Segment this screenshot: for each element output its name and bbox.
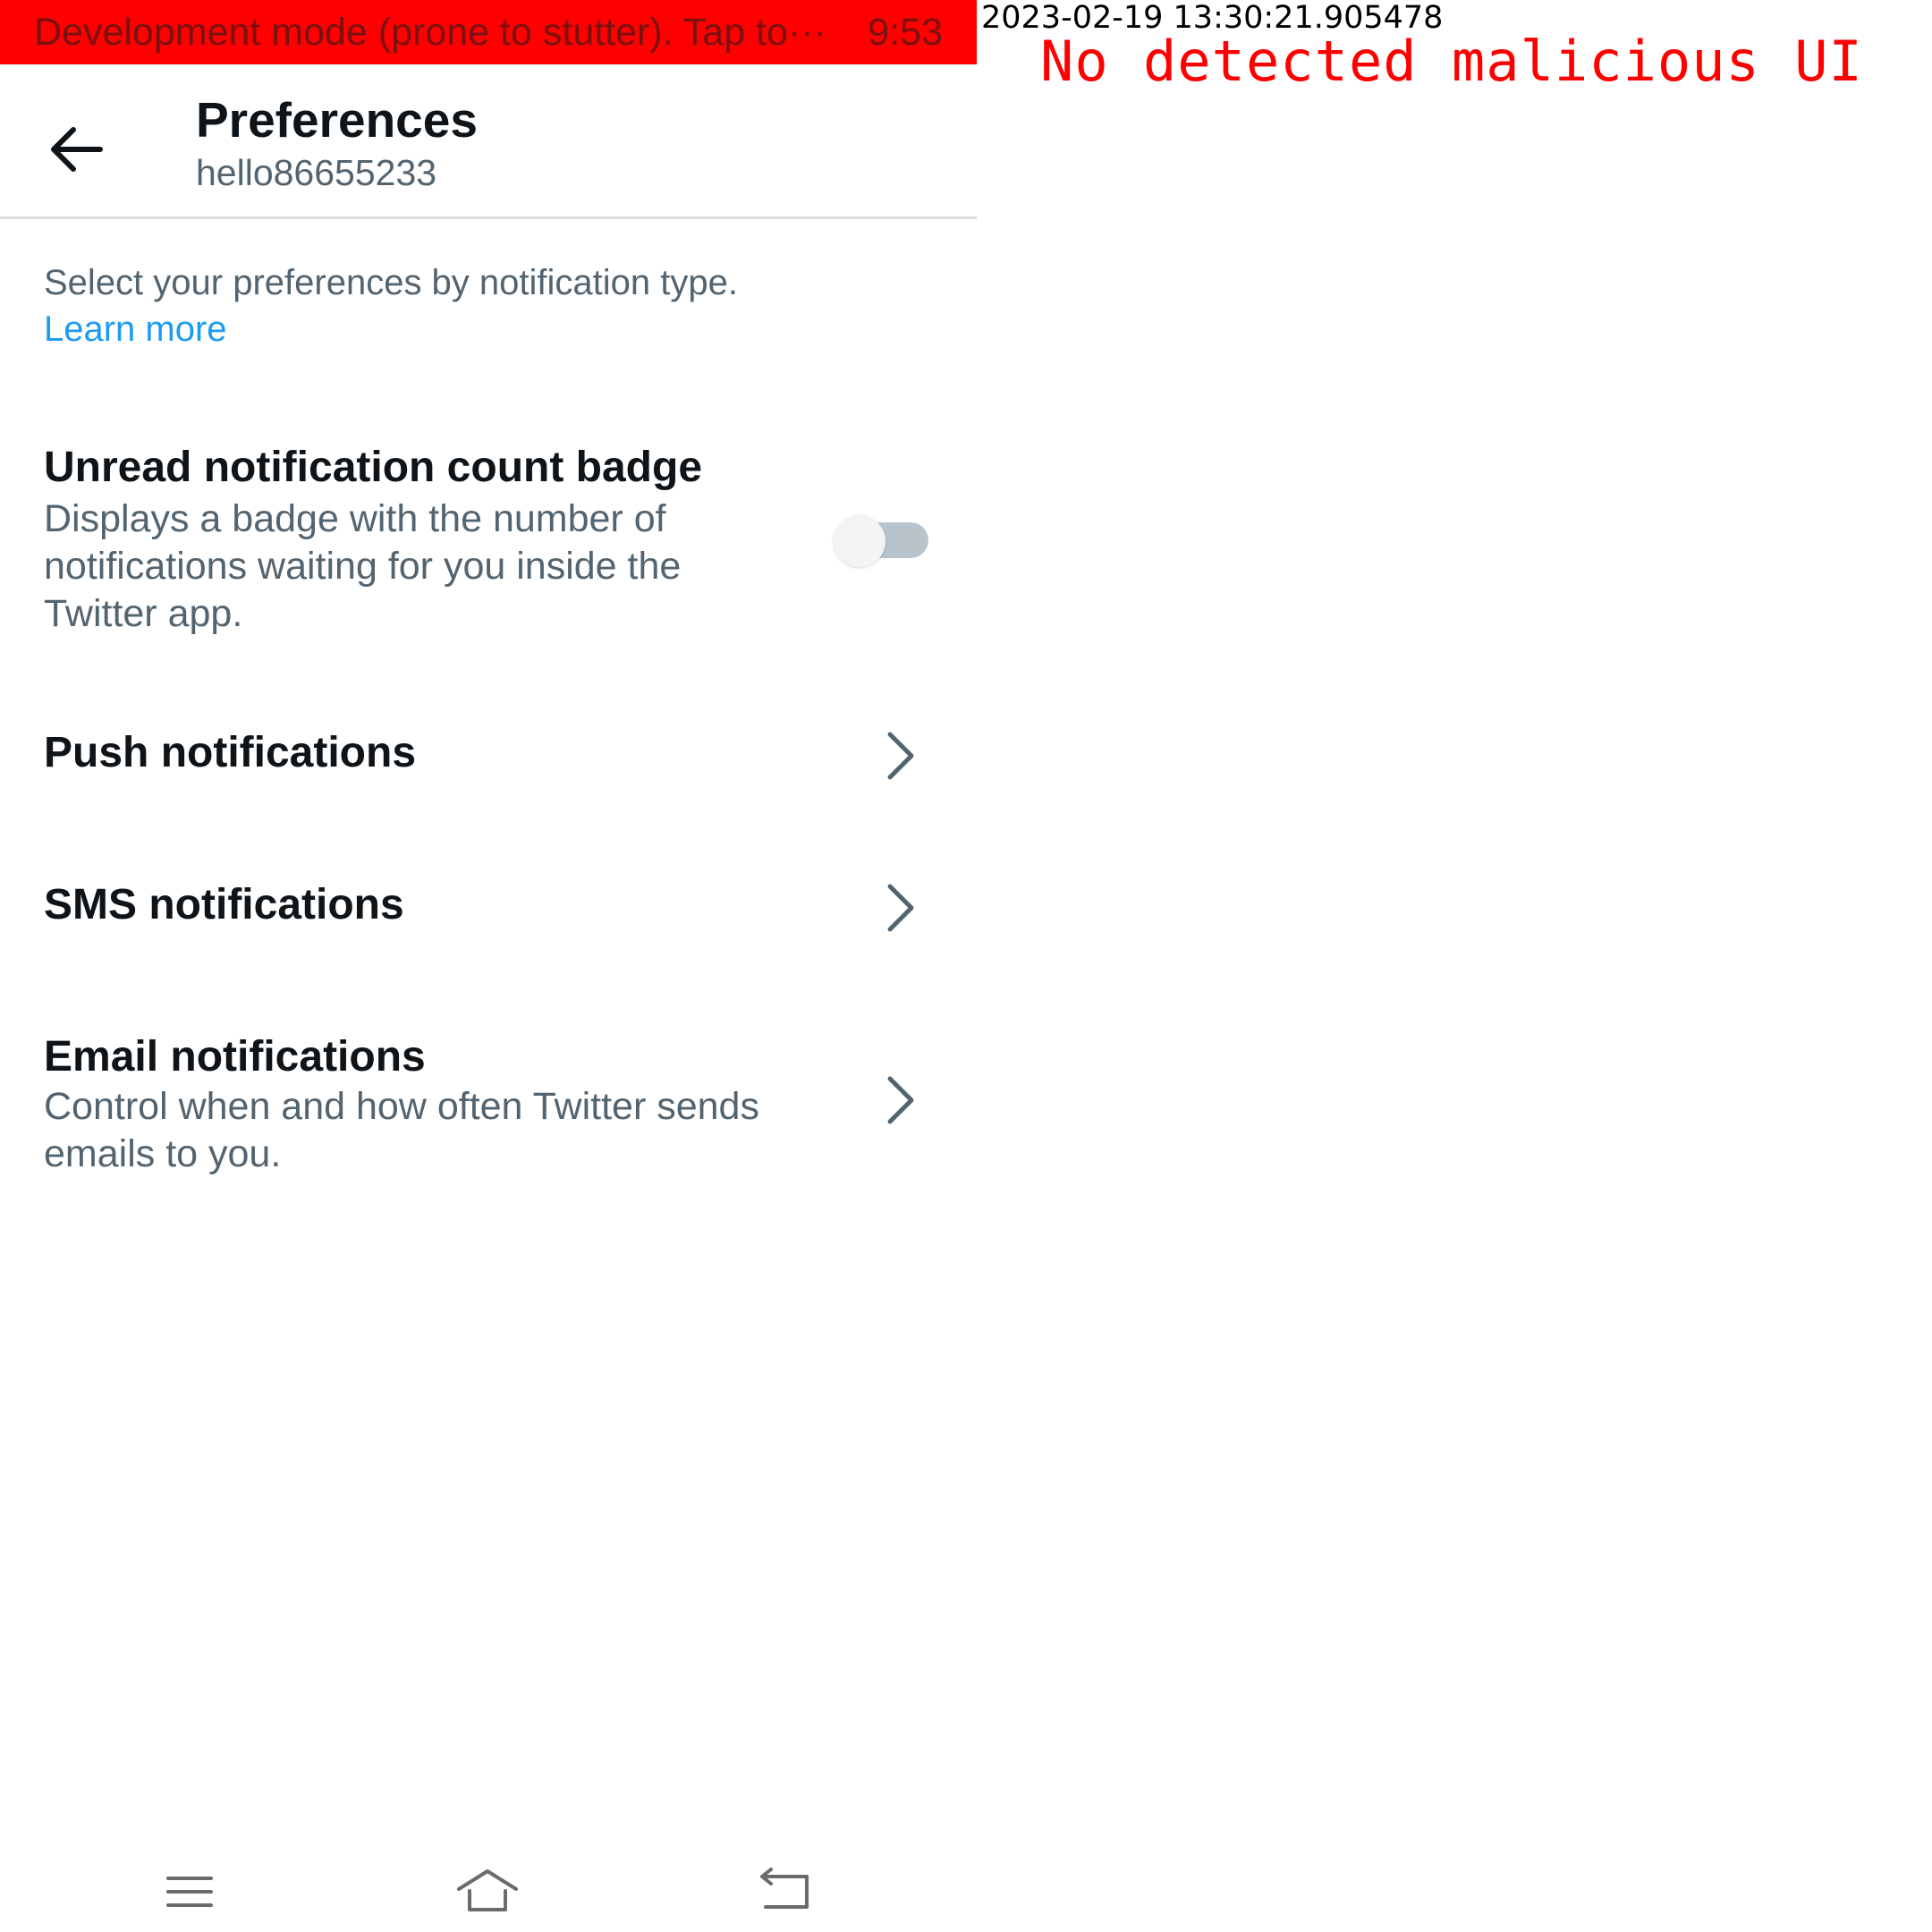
arrow-left-icon — [51, 127, 103, 172]
overlay-detection-result: No detected malicious UI — [1040, 29, 1863, 94]
badge-setting-description: Displays a badge with the number of noti… — [44, 497, 682, 635]
sms-notifications-title: SMS notifications — [44, 881, 404, 928]
system-home-button[interactable] — [452, 1860, 523, 1923]
back-button[interactable] — [41, 114, 113, 185]
system-menu-button[interactable] — [154, 1860, 225, 1923]
home-icon — [457, 1869, 518, 1911]
chevron-right-icon — [887, 732, 914, 780]
system-back-button[interactable] — [750, 1860, 821, 1923]
chevron-right-icon — [887, 884, 914, 932]
badge-setting-title: Unread notification count badge — [44, 444, 703, 491]
status-bar-text[interactable]: Development mode (prone to stutter). Tap… — [34, 0, 826, 64]
back-icon — [760, 1868, 809, 1909]
learn-more-link[interactable]: Learn more — [44, 309, 227, 350]
email-notifications-row[interactable]: Email notifications Control when and how… — [0, 1020, 977, 1190]
status-bar: Development mode (prone to stutter). Tap… — [0, 0, 977, 64]
menu-icon — [166, 1877, 213, 1907]
app-header: Preferences hello86655233 — [0, 64, 977, 219]
toggle-knob — [834, 515, 886, 567]
badge-toggle-switch[interactable] — [834, 515, 928, 567]
page-title: Preferences — [196, 92, 478, 148]
status-bar-time: 9:53 — [868, 11, 943, 54]
email-notifications-description: Control when and how often Twitter sends… — [44, 1085, 759, 1175]
sms-notifications-row[interactable]: SMS notifications — [0, 859, 977, 957]
push-notifications-title: Push notifications — [44, 729, 417, 776]
email-notifications-title: Email notifications — [44, 1033, 426, 1080]
page-subtitle-username: hello86655233 — [196, 152, 437, 193]
intro-text: Select your preferences by notification … — [44, 263, 738, 302]
chevron-right-icon — [887, 1076, 914, 1124]
phone-screen: Development mode (prone to stutter). Tap… — [0, 0, 977, 1932]
push-notifications-row[interactable]: Push notifications — [0, 707, 977, 805]
